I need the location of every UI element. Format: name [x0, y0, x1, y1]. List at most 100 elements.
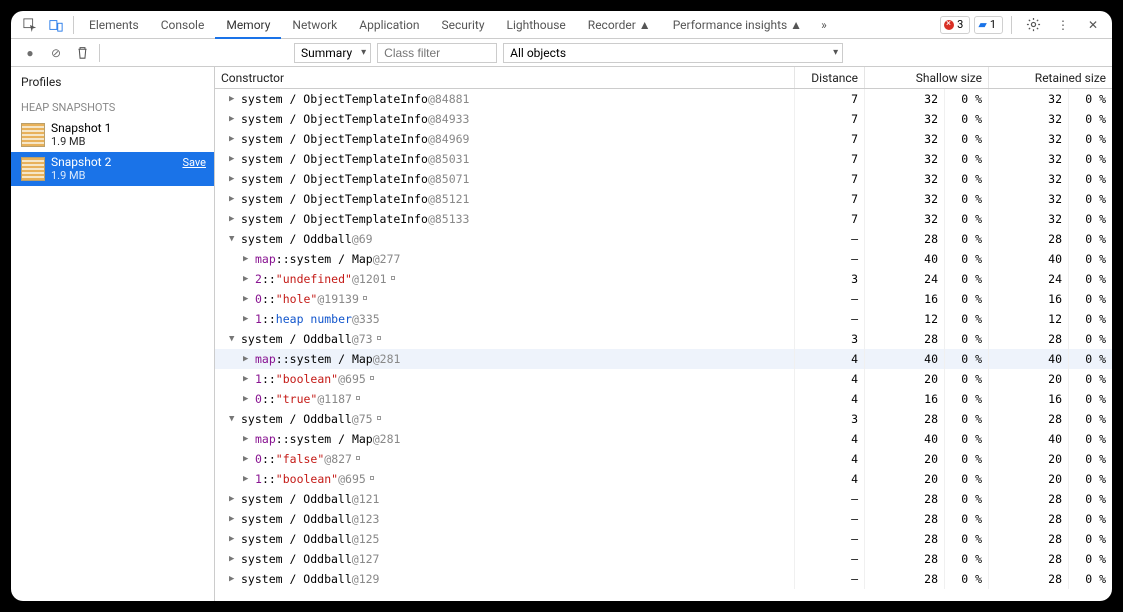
cell-distance: –	[794, 309, 864, 329]
tab-console[interactable]: Console	[150, 11, 216, 39]
class-filter-input[interactable]	[377, 43, 497, 63]
table-row[interactable]: ▶map :: system / Map @281 4 40 0 % 40 0 …	[215, 429, 1112, 449]
table-row[interactable]: ▶system / ObjectTemplateInfo @85031 7 32…	[215, 149, 1112, 169]
expand-toggle-icon[interactable]: ▶	[229, 554, 239, 564]
cell-shallow-pct: 0 %	[944, 269, 988, 289]
expand-toggle-icon[interactable]: ▶	[243, 454, 253, 464]
expand-toggle-icon[interactable]: ▶	[229, 214, 239, 224]
expand-toggle-icon[interactable]: ▶	[243, 314, 253, 324]
expand-toggle-icon[interactable]: ▶	[243, 274, 253, 284]
tab-security[interactable]: Security	[431, 11, 496, 39]
table-row[interactable]: ▶0 :: "true" @1187 4 16 0 % 16 0 %	[215, 389, 1112, 409]
cell-constructor: ▶map :: system / Map @277	[215, 249, 794, 269]
expand-toggle-icon[interactable]: ▼	[229, 234, 239, 244]
expand-toggle-icon[interactable]: ▼	[229, 414, 239, 424]
col-constructor[interactable]: Constructor	[215, 67, 794, 88]
tab-recorder-[interactable]: Recorder ▲	[577, 11, 662, 39]
expand-toggle-icon[interactable]: ▶	[243, 474, 253, 484]
cell-constructor: ▶system / ObjectTemplateInfo @85071	[215, 169, 794, 189]
table-row[interactable]: ▶system / ObjectTemplateInfo @84881 7 32…	[215, 89, 1112, 109]
expand-toggle-icon[interactable]: ▶	[229, 114, 239, 124]
col-distance[interactable]: Distance	[794, 67, 864, 88]
table-row[interactable]: ▶system / Oddball @121 – 28 0 % 28 0 %	[215, 489, 1112, 509]
table-row[interactable]: ▶system / ObjectTemplateInfo @85133 7 32…	[215, 209, 1112, 229]
close-icon[interactable]: ✕	[1080, 11, 1106, 39]
table-row[interactable]: ▶system / Oddball @123 – 28 0 % 28 0 %	[215, 509, 1112, 529]
cell-retained-size: 32	[988, 129, 1068, 149]
table-row[interactable]: ▼system / Oddball @75 3 28 0 % 28 0 %	[215, 409, 1112, 429]
table-row[interactable]: ▶0 :: "hole" @19139 – 16 0 % 16 0 %	[215, 289, 1112, 309]
expand-toggle-icon[interactable]: ▶	[229, 194, 239, 204]
view-perspective-select[interactable]: Summary	[294, 43, 371, 63]
table-row[interactable]: ▶system / Oddball @129 – 28 0 % 28 0 %	[215, 569, 1112, 589]
expand-toggle-icon[interactable]: ▶	[243, 434, 253, 444]
table-row[interactable]: ▶system / ObjectTemplateInfo @84933 7 32…	[215, 109, 1112, 129]
filter-scope-select[interactable]: All objects	[503, 43, 843, 63]
clear-icon[interactable]: ⊘	[43, 39, 69, 67]
save-link[interactable]: Save	[182, 156, 206, 169]
expand-toggle-icon[interactable]: ▶	[243, 354, 253, 364]
expand-toggle-icon[interactable]: ▼	[229, 334, 239, 344]
expand-toggle-icon[interactable]: ▶	[243, 294, 253, 304]
col-retained-size[interactable]: Retained size	[988, 67, 1112, 88]
expand-toggle-icon[interactable]: ▶	[229, 514, 239, 524]
table-row[interactable]: ▶system / ObjectTemplateInfo @85121 7 32…	[215, 189, 1112, 209]
table-row[interactable]: ▶1 :: heap number @335 – 12 0 % 12 0 %	[215, 309, 1112, 329]
cell-constructor: ▶system / Oddball @125	[215, 529, 794, 549]
cell-constructor: ▶system / ObjectTemplateInfo @85031	[215, 149, 794, 169]
message-count-badge[interactable]: ▰1	[974, 16, 1003, 34]
expand-toggle-icon[interactable]: ▶	[229, 574, 239, 584]
expand-toggle-icon[interactable]: ▶	[243, 374, 253, 384]
tab-lighthouse[interactable]: Lighthouse	[496, 11, 577, 39]
expand-toggle-icon[interactable]: ▶	[229, 94, 239, 104]
cell-retained-pct: 0 %	[1068, 449, 1112, 469]
tab-performance-insights-[interactable]: Performance insights ▲	[662, 11, 813, 39]
settings-gear-icon[interactable]	[1020, 11, 1046, 39]
expand-toggle-icon[interactable]: ▶	[243, 254, 253, 264]
cell-shallow-size: 40	[864, 429, 944, 449]
cell-retained-size: 20	[988, 449, 1068, 469]
object-link-icon	[377, 416, 381, 420]
table-row[interactable]: ▶map :: system / Map @277 – 40 0 % 40 0 …	[215, 249, 1112, 269]
more-tabs-chevron-icon[interactable]: »	[813, 18, 835, 32]
snapshot-size: 1.9 MB	[51, 135, 111, 149]
table-row[interactable]: ▶system / Oddball @127 – 28 0 % 28 0 %	[215, 549, 1112, 569]
tab-elements[interactable]: Elements	[78, 11, 150, 39]
inspect-element-icon[interactable]	[17, 11, 43, 39]
col-shallow-size[interactable]: Shallow size	[864, 67, 988, 88]
snapshot-item[interactable]: Snapshot 2 1.9 MB Save	[11, 152, 214, 186]
delete-icon[interactable]	[69, 39, 95, 67]
cell-distance: –	[794, 549, 864, 569]
expand-toggle-icon[interactable]: ▶	[229, 174, 239, 184]
expand-toggle-icon[interactable]: ▶	[229, 154, 239, 164]
table-row[interactable]: ▼system / Oddball @73 3 28 0 % 28 0 %	[215, 329, 1112, 349]
cell-shallow-pct: 0 %	[944, 229, 988, 249]
kebab-menu-icon[interactable]: ⋮	[1050, 11, 1076, 39]
error-count-badge[interactable]: 3	[940, 16, 970, 34]
expand-toggle-icon[interactable]: ▶	[243, 394, 253, 404]
object-link-icon	[356, 396, 360, 400]
expand-toggle-icon[interactable]: ▶	[229, 494, 239, 504]
tab-network[interactable]: Network	[281, 11, 348, 39]
expand-toggle-icon[interactable]: ▶	[229, 134, 239, 144]
table-row[interactable]: ▶system / ObjectTemplateInfo @84969 7 32…	[215, 129, 1112, 149]
table-row[interactable]: ▶system / Oddball @125 – 28 0 % 28 0 %	[215, 529, 1112, 549]
snapshot-item[interactable]: Snapshot 1 1.9 MB	[11, 118, 214, 152]
device-toolbar-icon[interactable]	[43, 11, 69, 39]
snapshot-name: Snapshot 2	[51, 155, 111, 169]
tab-memory[interactable]: Memory	[215, 11, 281, 39]
cell-retained-pct: 0 %	[1068, 529, 1112, 549]
table-row[interactable]: ▶1 :: "boolean" @695 4 20 0 % 20 0 %	[215, 469, 1112, 489]
cell-constructor: ▶1 :: "boolean" @695	[215, 469, 794, 489]
expand-toggle-icon[interactable]: ▶	[229, 534, 239, 544]
cell-constructor: ▼system / Oddball @73	[215, 329, 794, 349]
table-row[interactable]: ▶0 :: "false" @827 4 20 0 % 20 0 %	[215, 449, 1112, 469]
table-row[interactable]: ▼system / Oddball @69 – 28 0 % 28 0 %	[215, 229, 1112, 249]
cell-retained-pct: 0 %	[1068, 309, 1112, 329]
tab-application[interactable]: Application	[348, 11, 430, 39]
table-row[interactable]: ▶map :: system / Map @281 4 40 0 % 40 0 …	[215, 349, 1112, 369]
table-row[interactable]: ▶1 :: "boolean" @695 4 20 0 % 20 0 %	[215, 369, 1112, 389]
table-row[interactable]: ▶system / ObjectTemplateInfo @85071 7 32…	[215, 169, 1112, 189]
table-row[interactable]: ▶2 :: "undefined" @1201 3 24 0 % 24 0 %	[215, 269, 1112, 289]
record-icon[interactable]: ●	[17, 39, 43, 67]
